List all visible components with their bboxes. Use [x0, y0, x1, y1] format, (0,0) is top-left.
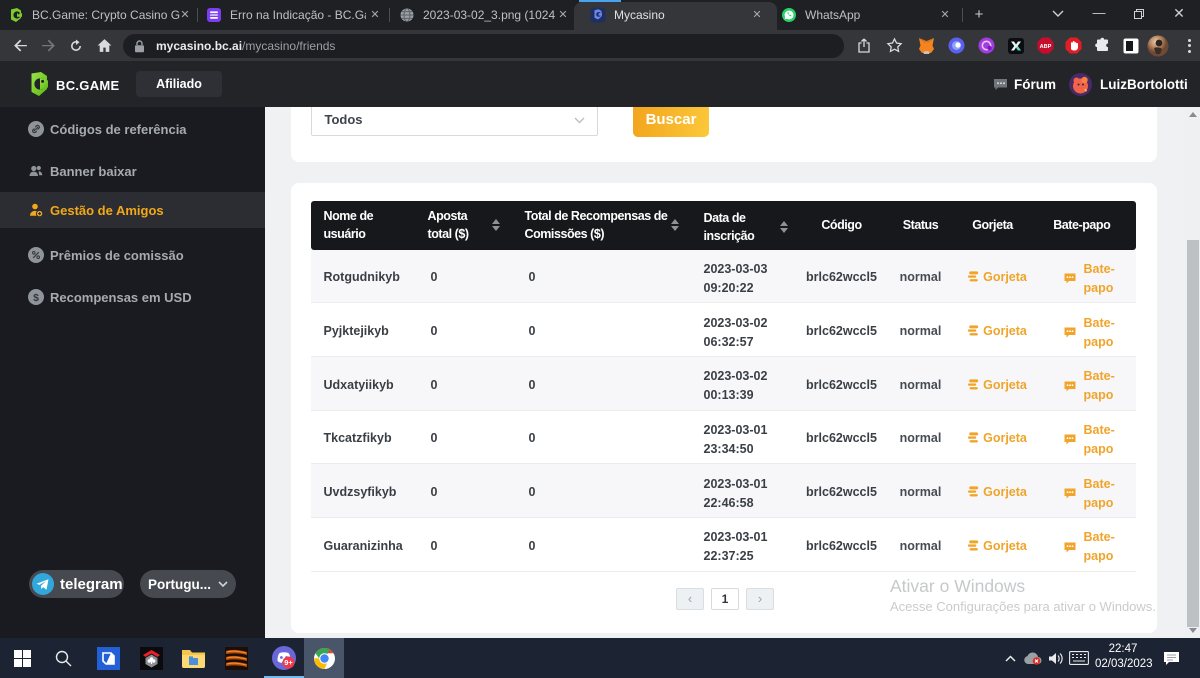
svg-text:$: $ [33, 292, 39, 304]
svg-text:9+: 9+ [284, 658, 293, 667]
svg-text:ABP: ABP [1039, 44, 1051, 50]
